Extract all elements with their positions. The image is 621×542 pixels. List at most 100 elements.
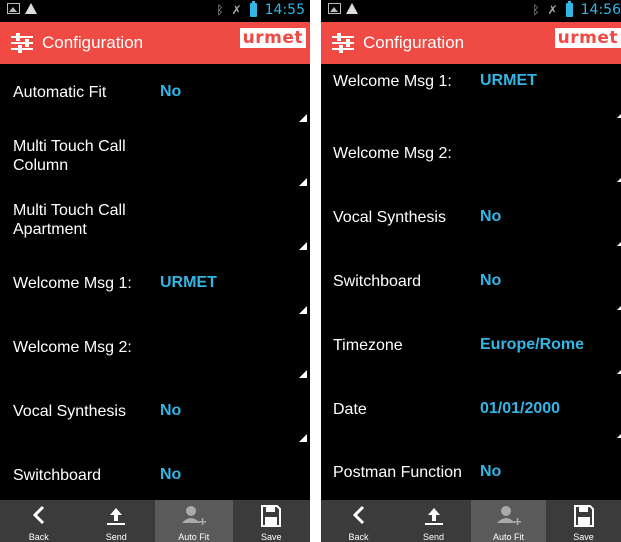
save-icon [573,505,594,527]
auto-fit-label: Auto Fit [492,532,524,542]
setting-value: No [480,272,502,289]
save-label: Save [260,532,282,542]
warning-icon [25,3,37,14]
settings-list: Welcome Msg 1: URMET Welcome Msg 2: Voca… [321,64,621,500]
dropdown-corner-icon [299,242,307,250]
setting-value: 01/01/2000 [480,400,561,417]
app-header: Configuration urmet [321,22,621,64]
setting-value: No [480,463,502,480]
setting-value: Europe/Rome [480,336,585,353]
save-button[interactable]: Save [233,500,311,542]
dropdown-corner-icon [299,178,307,186]
setting-label: Automatic Fit [13,84,107,101]
dropdown-corner-icon [617,110,621,118]
setting-value: No [480,208,502,225]
setting-row-vocal-synthesis[interactable]: Vocal Synthesis No [0,380,310,444]
back-label: Back [348,532,369,542]
back-icon [352,505,364,525]
battery-icon [565,1,573,17]
back-label: Back [28,532,49,542]
settings-list: Automatic Fit No Multi Touch Call Column… [0,64,310,500]
setting-row-switchboard[interactable]: Switchboard No [321,248,621,312]
mute-icon: ✗ [231,3,242,17]
dropdown-corner-icon [299,306,307,314]
status-time: 14:55 [264,2,305,18]
status-time: 14:56 [580,2,621,18]
add-user-icon [496,506,521,525]
setting-label: Date [333,401,367,418]
settings-sliders-icon [11,33,33,53]
back-icon [32,505,44,525]
setting-label: Timezone [333,337,403,354]
dropdown-corner-icon [617,302,621,310]
warning-icon [346,3,358,14]
setting-row-multi-touch-apartment[interactable]: Multi Touch Call Apartment [0,188,310,252]
phone-screen-right: ᛒ ✗ 14:56 Configuration urmet Welcome Ms… [321,0,621,542]
setting-row-timezone[interactable]: Timezone Europe/Rome [321,312,621,376]
setting-label: Switchboard [333,273,422,290]
setting-row-welcome-msg-2[interactable]: Welcome Msg 2: [321,120,621,184]
settings-sliders-icon [332,33,354,53]
bluetooth-icon: ᛒ [532,3,540,17]
setting-value: No [160,466,182,483]
setting-row-vocal-synthesis[interactable]: Vocal Synthesis No [321,184,621,248]
app-header: Configuration urmet [0,22,310,64]
setting-label: Postman Function [333,464,462,481]
dropdown-corner-icon [617,366,621,374]
bottom-toolbar: Back Send Auto Fit Save [0,500,310,542]
back-button[interactable]: Back [321,500,396,542]
setting-label: Welcome Msg 1: [333,73,452,90]
image-icon [328,3,341,14]
dropdown-corner-icon [299,370,307,378]
save-label: Save [573,532,594,542]
brand-logo: urmet [554,28,621,48]
auto-fit-button[interactable]: Auto Fit [155,500,233,542]
setting-value: No [160,402,182,419]
setting-label: Vocal Synthesis [13,403,126,420]
battery-icon [249,1,257,17]
brand-logo: urmet [239,28,306,48]
save-icon [261,505,282,527]
auto-fit-label: Auto Fit [178,532,210,542]
setting-value: No [160,83,182,100]
dropdown-corner-icon [617,174,621,182]
phone-screen-left: ᛒ ✗ 14:55 Configuration urmet Automatic … [0,0,310,542]
send-button[interactable]: Send [78,500,156,542]
auto-fit-button[interactable]: Auto Fit [471,500,546,542]
setting-label: Welcome Msg 1: [13,275,132,292]
setting-label: Multi Touch Call Column [13,138,126,174]
setting-row-welcome-msg-1[interactable]: Welcome Msg 1: URMET [321,64,621,120]
dropdown-corner-icon [299,434,307,442]
send-label: Send [422,532,445,542]
page-title: Configuration [42,33,144,52]
status-bar: ᛒ ✗ 14:55 [0,0,310,22]
setting-row-date[interactable]: Date 01/01/2000 [321,376,621,440]
setting-value: URMET [480,72,537,89]
save-button[interactable]: Save [546,500,621,542]
setting-row-welcome-msg-2[interactable]: Welcome Msg 2: [0,316,310,380]
setting-row-switchboard[interactable]: Switchboard No [0,444,310,500]
mute-icon: ✗ [547,3,558,17]
dropdown-corner-icon [617,430,621,438]
setting-row-automatic-fit[interactable]: Automatic Fit No [0,64,310,124]
setting-value: URMET [160,274,217,291]
send-button[interactable]: Send [396,500,471,542]
back-button[interactable]: Back [0,500,78,542]
setting-row-welcome-msg-1[interactable]: Welcome Msg 1: URMET [0,252,310,316]
add-user-icon [181,506,206,525]
bluetooth-icon: ᛒ [216,3,224,17]
upload-icon [424,508,443,525]
upload-icon [107,508,126,525]
setting-row-multi-touch-column[interactable]: Multi Touch Call Column [0,124,310,188]
page-title: Configuration [363,33,465,52]
setting-label: Switchboard [13,467,102,484]
setting-row-postman-function[interactable]: Postman Function No [321,440,621,500]
setting-label: Multi Touch Call Apartment [13,202,126,238]
dropdown-corner-icon [299,114,307,122]
send-label: Send [105,532,127,542]
setting-label: Vocal Synthesis [333,209,446,226]
bottom-toolbar: Back Send Auto Fit Save [321,500,621,542]
image-icon [7,3,20,14]
setting-label: Welcome Msg 2: [333,145,452,162]
dropdown-corner-icon [617,238,621,246]
